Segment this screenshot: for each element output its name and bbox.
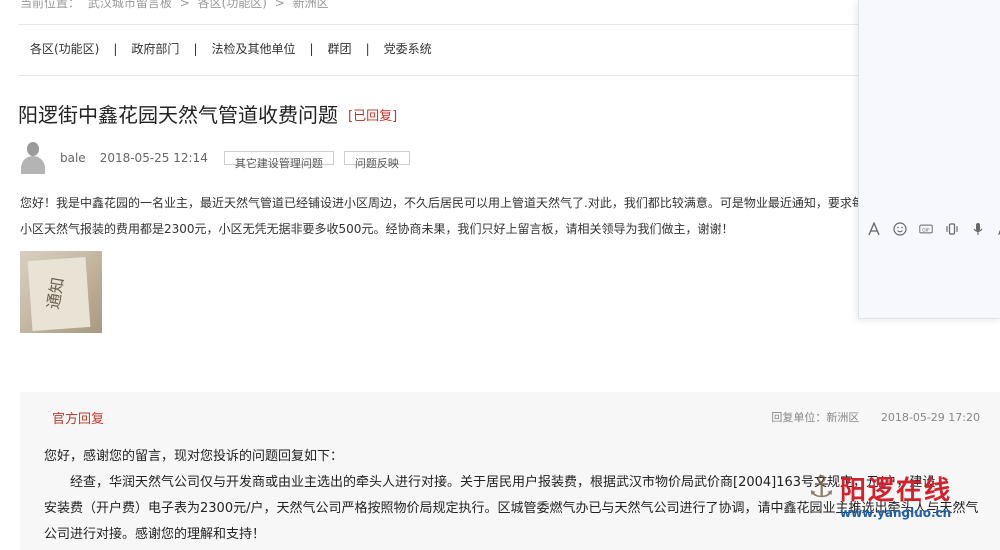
divider — [18, 75, 860, 76]
reply-date: 2018-05-29 17:20 — [880, 411, 980, 424]
content-line: 您好！我是中鑫花园的一名业主，最近天然气管道已经铺设进小区周边，不久后居民可以用… — [20, 196, 860, 210]
nav-separator: | — [365, 41, 370, 56]
author-name: bale — [60, 151, 86, 165]
breadcrumb-separator: > — [274, 0, 285, 10]
svg-text:GIF: GIF — [922, 227, 930, 233]
reply-greeting: 您好，感谢您的留言，现对您投诉的问题回复如下： — [44, 449, 344, 464]
microphone-icon[interactable] — [971, 222, 985, 236]
post-content: 您好！我是中鑫花园的一名业主，最近天然气管道已经铺设进小区周边，不久后居民可以用… — [20, 190, 860, 242]
font-icon[interactable] — [867, 222, 881, 236]
divider — [18, 24, 860, 25]
reply-label: 官方回复 — [52, 412, 105, 427]
category-nav: 各区(功能区) | 政府部门 | 法检及其他单位 | 群团 | 党委系统 — [18, 40, 432, 57]
nav-item-districts[interactable]: 各区(功能区) — [18, 40, 99, 57]
issue-type-button[interactable]: 问题反映 — [343, 151, 410, 170]
breadcrumb-item-xinzhou[interactable]: 新洲区 — [293, 0, 329, 10]
nav-item-government[interactable]: 政府部门 — [131, 40, 179, 57]
post-date: 2018-05-25 12:14 — [99, 151, 208, 165]
emoji-icon[interactable] — [893, 222, 907, 236]
breadcrumb-item-city[interactable]: 武汉城市留言板 — [88, 0, 172, 10]
status-badge: [已回复] — [348, 109, 398, 124]
attachment-thumbnail[interactable]: 通知 — [20, 251, 102, 333]
nav-separator: | — [309, 41, 314, 56]
category-tag-button[interactable]: 其它建设管理问题 — [223, 151, 334, 170]
nav-item-groups[interactable]: 群团 — [328, 40, 352, 57]
watermark-url: www.yangluo.cn — [840, 506, 952, 520]
nav-item-courts[interactable]: 法检及其他单位 — [211, 40, 295, 57]
vibrate-icon[interactable] — [945, 222, 959, 236]
site-watermark: ⚓ 阳逻在线 www.yangluo.cn — [806, 470, 986, 542]
watermark-title: 阳逻在线 — [840, 476, 953, 506]
anchor-icon: ⚓ — [808, 470, 835, 505]
nav-separator: | — [193, 41, 198, 56]
breadcrumb-separator: > — [179, 0, 190, 10]
chat-side-panel[interactable]: GIF — [858, 0, 1000, 319]
chat-toolbar: GIF — [867, 222, 1000, 236]
nav-separator: | — [113, 41, 118, 56]
page-title: 阳逻街中鑫花园天然气管道收费问题 — [18, 103, 338, 127]
content-line: 小区天然气报装的费用都是2300元，小区无凭无据非要多收500元。经协商未果，我… — [20, 222, 734, 236]
reply-meta: 回复单位：新洲区 2018-05-29 17:20 — [753, 409, 980, 425]
gif-icon[interactable]: GIF — [919, 222, 933, 236]
breadcrumb-prefix: 当前位置： — [20, 0, 81, 10]
avatar — [20, 142, 46, 174]
reply-unit: 回复单位：新洲区 — [771, 411, 860, 424]
breadcrumb: 当前位置： 武汉城市留言板 > 各区(功能区) > 新洲区 — [20, 0, 333, 11]
post-meta: bale 2018-05-25 12:14 其它建设管理问题 问题反映 — [20, 142, 420, 174]
breadcrumb-item-districts[interactable]: 各区(功能区) — [198, 0, 267, 10]
nav-item-party[interactable]: 党委系统 — [384, 40, 432, 57]
